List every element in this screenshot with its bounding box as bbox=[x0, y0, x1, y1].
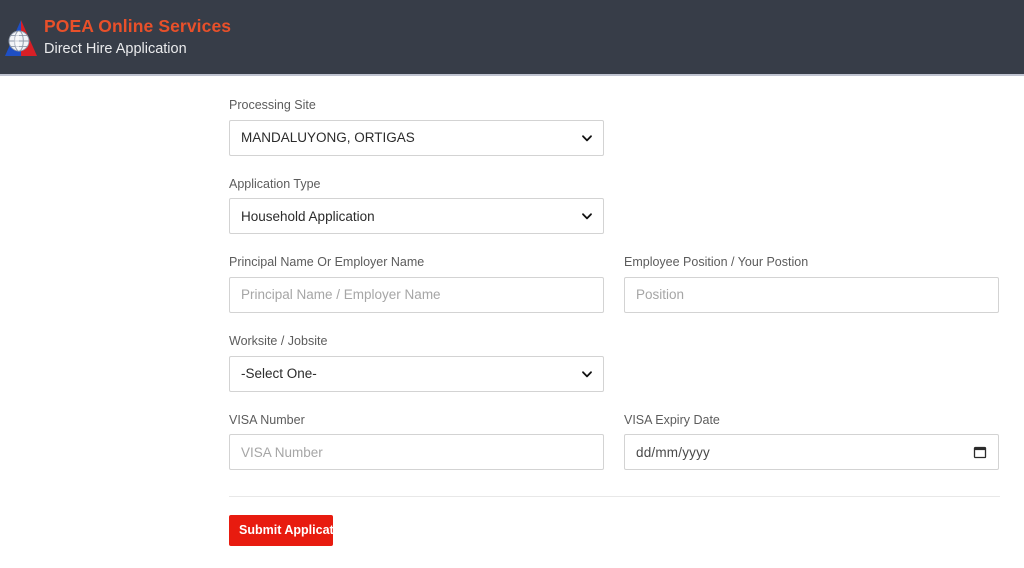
visa-expiry-date-label: VISA Expiry Date bbox=[624, 412, 720, 427]
poea-triangle-globe-logo-icon bbox=[4, 18, 38, 58]
form-row-application-type: Application Type Household Application bbox=[229, 177, 1000, 235]
worksite-select[interactable]: -Select One- bbox=[229, 355, 604, 392]
form-row-principal-position: Principal Name Or Employer Name Principa… bbox=[229, 255, 1000, 313]
form-row-processing-site: Processing Site MANDALUYONG, ORTIGAS bbox=[229, 98, 1000, 156]
employee-position-label: Employee Position / Your Postion bbox=[624, 255, 809, 270]
application-type-label: Application Type bbox=[229, 176, 321, 191]
visa-expiry-date-input[interactable]: dd/mm/yyyy bbox=[624, 434, 999, 471]
employee-position-placeholder: Position bbox=[636, 287, 685, 303]
visa-expiry-date-value: dd/mm/yyyy bbox=[636, 444, 711, 460]
application-type-select[interactable]: Household Application bbox=[229, 198, 604, 235]
page-content: Processing Site MANDALUYONG, ORTIGAS App… bbox=[0, 78, 1024, 568]
visa-number-input[interactable]: VISA Number bbox=[229, 434, 604, 471]
principal-name-input[interactable]: Principal Name / Employer Name bbox=[229, 276, 604, 313]
submit-application-button[interactable]: Submit Application bbox=[229, 515, 333, 547]
chevron-down-icon bbox=[581, 368, 593, 380]
visa-number-label: VISA Number bbox=[229, 412, 305, 427]
form-divider bbox=[229, 496, 1000, 498]
processing-site-value: MANDALUYONG, ORTIGAS bbox=[241, 130, 415, 146]
direct-hire-application-form: Processing Site MANDALUYONG, ORTIGAS App… bbox=[229, 98, 1000, 547]
principal-name-placeholder: Principal Name / Employer Name bbox=[241, 287, 441, 303]
chevron-down-icon bbox=[581, 132, 593, 144]
processing-site-select[interactable]: MANDALUYONG, ORTIGAS bbox=[229, 119, 604, 156]
form-row-worksite: Worksite / Jobsite -Select One- bbox=[229, 334, 1000, 392]
form-row-visa: VISA Number VISA Number VISA Expiry Date… bbox=[229, 413, 1000, 471]
calendar-icon[interactable] bbox=[973, 445, 987, 459]
app-subtitle: Direct Hire Application bbox=[44, 41, 187, 57]
brand: POEA Online Services Direct Hire Applica… bbox=[0, 16, 231, 58]
visa-number-placeholder: VISA Number bbox=[241, 444, 323, 460]
employee-position-input[interactable]: Position bbox=[624, 276, 999, 313]
principal-name-label: Principal Name Or Employer Name bbox=[229, 255, 425, 270]
application-type-value: Household Application bbox=[241, 208, 375, 224]
worksite-label: Worksite / Jobsite bbox=[229, 333, 328, 348]
app-title: POEA Online Services bbox=[44, 15, 232, 36]
worksite-value: -Select One- bbox=[241, 366, 317, 381]
chevron-down-icon bbox=[581, 210, 593, 222]
processing-site-label: Processing Site bbox=[229, 98, 316, 112]
app-header: POEA Online Services Direct Hire Applica… bbox=[0, 0, 1024, 76]
